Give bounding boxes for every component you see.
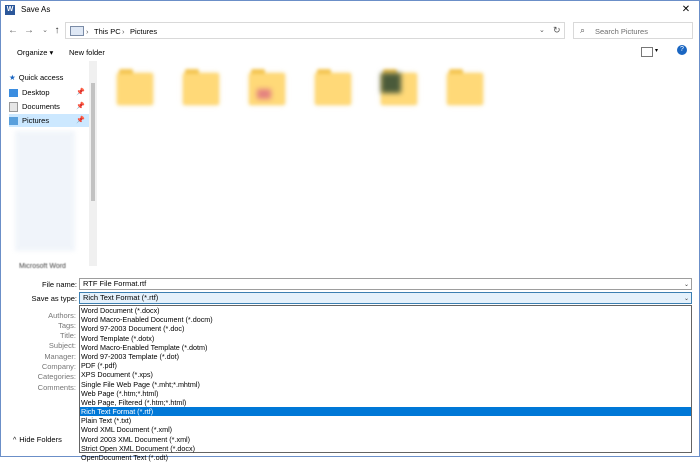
quick-access-label: Quick access [18, 73, 64, 82]
folder-icon[interactable] [249, 69, 285, 105]
hide-folders-label: Hide Folders [19, 435, 62, 444]
folder-icon[interactable] [183, 69, 219, 105]
chevron-up-icon: ^ [13, 437, 17, 444]
pin-icon: 📌 [76, 89, 85, 96]
close-button[interactable]: ✕ [677, 3, 695, 17]
file-type-option[interactable]: Word Template (*.dotx) [80, 334, 691, 343]
sidebar-item-microsoft-word[interactable]: Microsoft Word [19, 263, 66, 270]
search-icon: ⌕ [580, 25, 586, 35]
help-icon[interactable]: ? [677, 45, 687, 55]
metadata-label: Company: [41, 362, 76, 371]
breadcrumb-pictures[interactable]: Pictures [130, 27, 157, 36]
star-icon: ★ [9, 73, 16, 82]
word-app-icon: W [5, 5, 15, 15]
file-type-option[interactable]: Rich Text Format (*.rtf) [80, 407, 691, 417]
metadata-label: Manager: [44, 352, 76, 361]
hide-folders-button[interactable]: ^ Hide Folders [13, 435, 62, 444]
nav-scroll-thumb[interactable] [91, 83, 95, 201]
breadcrumb-separator: › [86, 27, 89, 36]
file-type-option[interactable]: Plain Text (*.txt) [80, 416, 691, 425]
search-input[interactable]: Search Pictures [595, 27, 648, 36]
refresh-icon[interactable]: ↻ [553, 25, 561, 36]
view-options-icon[interactable] [641, 47, 653, 57]
up-arrow-icon[interactable]: ↑ [51, 25, 63, 37]
metadata-label: Title: [60, 331, 76, 340]
file-type-option[interactable]: Word Macro-Enabled Document (*.docm) [80, 315, 691, 324]
sidebar-item-pictures[interactable]: Pictures 📌 [9, 114, 89, 127]
chevron-down-icon[interactable]: ⌄ [684, 294, 689, 304]
title-bar: W Save As ✕ [1, 1, 699, 19]
metadata-label: Comments: [37, 383, 76, 392]
documents-icon [9, 102, 18, 113]
desktop-icon [9, 89, 18, 98]
file-type-option[interactable]: Strict Open XML Document (*.docx) [80, 444, 691, 453]
sidebar-item-label: Documents [22, 102, 60, 111]
quick-access-item[interactable]: ★ Quick access [9, 73, 63, 82]
blurred-nav-items [15, 131, 75, 251]
window-title: Save As [21, 5, 51, 14]
metadata-label: Subject: [48, 341, 76, 350]
metadata-label: Tags: [58, 321, 76, 330]
file-type-option[interactable]: Word 2003 XML Document (*.xml) [80, 435, 691, 444]
computer-icon [70, 26, 84, 36]
save-as-type-label: Save as type: [31, 294, 77, 303]
folder-icon[interactable] [447, 69, 483, 105]
metadata-label: Categories: [37, 372, 76, 381]
file-type-option[interactable]: Word 97-2003 Template (*.dot) [80, 352, 691, 361]
file-type-option[interactable]: Word XML Document (*.xml) [80, 425, 691, 434]
view-chevron-icon[interactable]: ▾ [655, 47, 658, 54]
save-as-type-value: Rich Text Format (*.rtf) [83, 293, 159, 302]
new-folder-button[interactable]: New folder [69, 48, 105, 57]
sidebar-item-label: Pictures [22, 116, 50, 125]
file-type-option[interactable]: XPS Document (*.xps) [80, 370, 691, 379]
file-name-field[interactable]: RTF File Format.rtf ⌄ [79, 278, 692, 290]
file-type-option[interactable]: Web Page, Filtered (*.htm;*.html) [80, 398, 691, 407]
sidebar-item-documents[interactable]: Documents 📌 [9, 100, 89, 113]
file-type-option[interactable]: Web Page (*.htm;*.html) [80, 389, 691, 398]
navigation-pane: ★ Quick access Desktop 📌 Documents 📌 Pict… [1, 61, 89, 266]
chevron-down-icon[interactable]: ⌄ [684, 280, 689, 290]
breadcrumb-this-pc[interactable]: This PC [94, 27, 121, 36]
file-type-option[interactable]: PDF (*.pdf) [80, 361, 691, 370]
file-type-option[interactable]: Single File Web Page (*.mht;*.mhtml) [80, 380, 691, 389]
file-type-option[interactable]: Word 97-2003 Document (*.doc) [80, 324, 691, 333]
file-type-option[interactable]: Word Macro-Enabled Template (*.dotm) [80, 343, 691, 352]
file-type-option[interactable]: OpenDocument Text (*.odt) [80, 453, 691, 462]
save-as-type-select[interactable]: Rich Text Format (*.rtf) ⌄ [79, 292, 692, 304]
sidebar-item-desktop[interactable]: Desktop 📌 [9, 86, 89, 99]
metadata-label: Authors: [48, 311, 76, 320]
pictures-icon [9, 117, 18, 126]
file-name-label: File name: [41, 280, 77, 289]
back-arrow-icon[interactable]: ← [7, 25, 19, 37]
address-dropdown-icon[interactable]: ⌄ [539, 26, 545, 34]
save-as-type-dropdown[interactable]: Word Document (*.docx) Word Macro-Enabled… [79, 305, 692, 462]
file-name-value: RTF File Format.rtf [83, 279, 147, 288]
sidebar-item-label: Desktop [22, 88, 50, 97]
pin-icon: 📌 [76, 103, 85, 110]
address-bar[interactable]: › This PC › Pictures ⌄ ↻ [65, 22, 565, 39]
forward-arrow-icon[interactable]: → [23, 25, 35, 37]
pin-icon: 📌 [76, 117, 85, 124]
recent-locations-chevron-icon[interactable]: ⌄ [39, 25, 51, 37]
save-as-dialog: W Save As ✕ ← → ⌄ ↑ › This PC › Pictures… [0, 0, 700, 462]
breadcrumb-separator: › [122, 27, 125, 36]
search-box[interactable]: ⌕ Search Pictures [573, 22, 693, 39]
folder-icon[interactable] [381, 69, 417, 105]
folder-icon[interactable] [315, 69, 351, 105]
file-type-option[interactable]: Word Document (*.docx) [80, 306, 691, 315]
organize-button[interactable]: Organize ▾ [17, 48, 53, 57]
folder-icon[interactable] [117, 69, 153, 105]
